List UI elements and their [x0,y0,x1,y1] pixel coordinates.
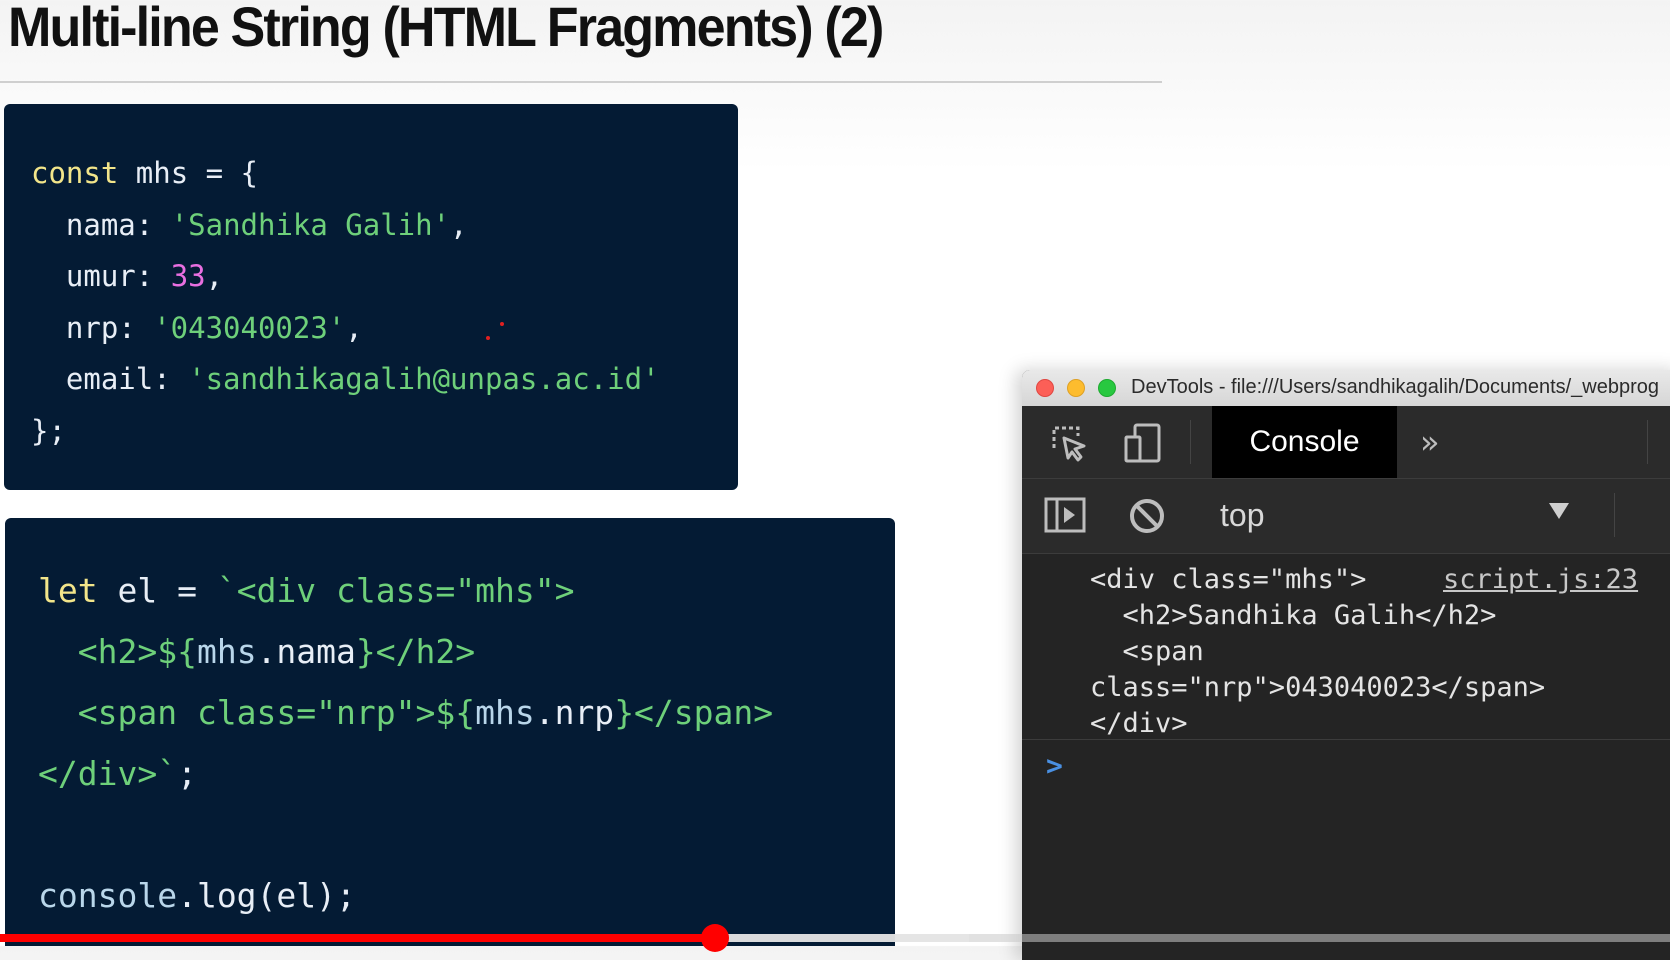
devtools-window-title: DevTools - file:///Users/sandhikagalih/D… [1131,376,1660,398]
devtools-window: DevTools - file:///Users/sandhikagalih/D… [1022,370,1670,960]
console-prompt-icon[interactable]: > [1046,748,1063,784]
triangle-down-icon[interactable] [1549,503,1569,519]
code-line: <span class="nrp">${mhs.nrp}</span> [38,682,895,743]
console-log-entry: <div class="mhs"> <h2>Sandhika Galih</h2… [1022,554,1670,740]
toolbar-separator [1614,493,1615,537]
devtools-titlebar[interactable]: DevTools - file:///Users/sandhikagalih/D… [1022,370,1670,407]
code-token: .nama [256,632,356,671]
element-picker-icon[interactable] [1048,422,1090,464]
slide-title: Multi-line String (HTML Fragments) (2) [8,0,884,58]
code-token: mhs [196,632,257,671]
code-token: `<div class="mhs"> [216,571,575,610]
code-token: , [450,207,468,242]
code-token: let [38,571,98,610]
code-line: umur: 33, [31,251,738,303]
code-line: nrp: '043040023', [31,303,738,355]
code-token: mhs = { [118,156,258,190]
minimize-window-button[interactable] [1067,379,1085,397]
code-token: </div>` [38,754,178,793]
code-line: let el = `<div class="mhs"> [38,560,895,621]
code-line: console.log(el); [38,865,895,926]
devtools-tab-bar: Console » [1022,406,1670,479]
context-selector[interactable]: top [1220,497,1264,534]
code-token: ; [177,754,197,793]
code-token: email: [31,362,189,396]
code-token: mhs [475,693,535,732]
code-token: 33 [170,259,206,293]
code-block-object: const mhs = { nama: 'Sandhika Galih', um… [4,104,738,490]
cursor-dot [500,322,504,326]
code-line: email: 'sandhikagalih@unpas.ac.id' [31,354,738,406]
code-line [38,804,895,865]
show-sidebar-icon[interactable] [1044,495,1086,537]
code-token: .nrp [534,693,615,732]
toolbar-separator [1647,420,1648,464]
zoom-window-button[interactable] [1098,379,1116,397]
video-scrubber-handle[interactable] [700,924,729,952]
code-token: , [205,259,224,293]
code-token: nrp: [31,310,154,345]
code-token: }</span> [614,693,774,732]
video-played-range [0,934,715,942]
code-line: <h2>${mhs.nama}</h2> [38,621,895,682]
code-token: <h2>${ [38,632,197,671]
code-token: 'Sandhika Galih' [170,207,451,242]
console-log-source-link[interactable]: script.js:23 [1443,562,1638,598]
code-token: '043040023' [153,310,346,345]
cursor-dot [486,336,490,340]
video-progress-bar[interactable] [0,924,1670,952]
title-divider [0,81,1162,83]
tab-console[interactable]: Console [1212,406,1397,478]
code-line: }; [31,406,738,458]
code-token: <span class="nrp">${ [38,693,476,732]
toolbar-separator [1190,420,1191,464]
code-token: , [345,310,363,345]
code-token: umur: [31,259,171,293]
clear-console-icon[interactable] [1126,495,1168,537]
code-token: 'sandhikagalih@unpas.ac.id' [188,362,660,396]
device-toolbar-icon[interactable] [1122,422,1164,464]
code-line: nama: 'Sandhika Galih', [31,200,738,252]
code-token: }</h2> [355,632,476,671]
code-token: nama: [31,207,171,242]
console-output[interactable]: <div class="mhs"> <h2>Sandhika Galih</h2… [1022,554,1670,960]
code-token: .log(el); [177,876,356,915]
double-chevron-right-icon[interactable]: » [1420,424,1440,460]
code-token: el = [97,571,217,610]
code-token: }; [31,413,66,448]
code-token: const [31,156,119,190]
close-window-button[interactable] [1036,379,1054,397]
code-token: console [38,876,178,915]
console-filter-bar: top [1022,479,1670,554]
code-block-template: let el = `<div class="mhs"> <h2>${mhs.na… [5,518,895,946]
code-line: const mhs = { [31,148,738,200]
code-line: </div>`; [38,743,895,804]
